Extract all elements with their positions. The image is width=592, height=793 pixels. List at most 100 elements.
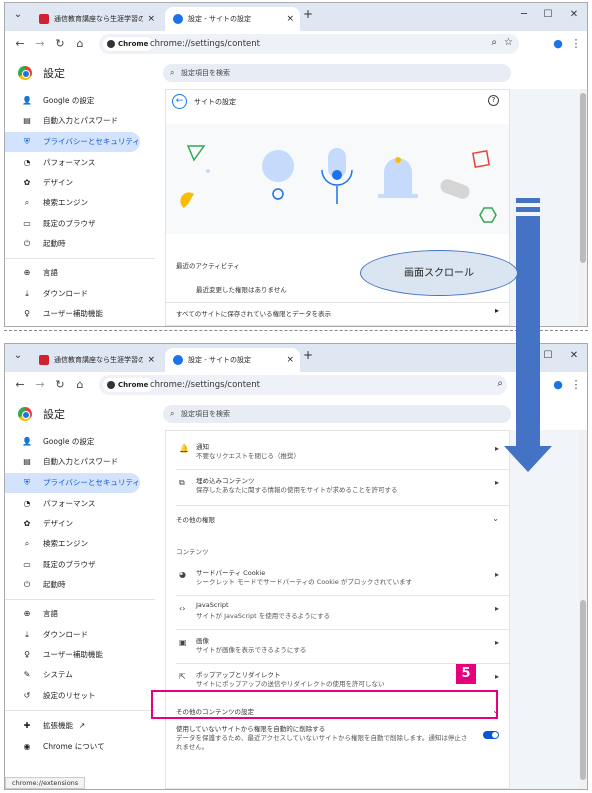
chrome-chip[interactable]: Chrome	[103, 378, 154, 392]
chevron-right-icon[interactable]: ▸	[495, 478, 499, 487]
sidebar-item-system[interactable]: ✎ システム	[5, 665, 140, 685]
sidebar-item-autofill[interactable]: ▤ 自動入力とパスワード	[5, 111, 140, 131]
setting-row-popups[interactable]: ⇱ ポップアップとリダイレクト サイトにポップアップの送信やリダイレクトの使用を許…	[176, 663, 509, 691]
sidebar-item-appearance[interactable]: ✿ デザイン	[5, 514, 140, 534]
embed-icon: ⧉	[179, 478, 185, 487]
tab-close-icon[interactable]: ×	[147, 348, 155, 372]
sidebar-item-privacy[interactable]: ⛨ プライバシーとセキュリティ	[5, 132, 140, 152]
sidebar-item-languages[interactable]: ⊕ 言語	[5, 604, 140, 624]
maximize-icon[interactable]: ☐	[541, 9, 555, 20]
scrollbar-thumb[interactable]	[580, 93, 586, 263]
help-icon[interactable]: ?	[488, 95, 499, 106]
sidebar-item-search-engine[interactable]: ⌕ 検索エンジン	[5, 534, 140, 554]
new-tab-button[interactable]: +	[301, 348, 315, 362]
tab-close-icon[interactable]: ×	[147, 7, 155, 31]
sidebar-item-appearance[interactable]: ✿ デザイン	[5, 173, 140, 193]
close-window-icon[interactable]: ✕	[567, 9, 581, 20]
back-icon[interactable]: ←	[13, 37, 27, 50]
menu-icon[interactable]: ⋮	[569, 37, 583, 50]
content-heading: コンテンツ	[176, 548, 209, 556]
tab-course[interactable]: 通信教育講座なら生涯学習のユ- ×	[31, 348, 161, 372]
sidebar-item-startup[interactable]: ⏻ 起動時	[5, 234, 140, 254]
search-icon: ⌕	[170, 409, 175, 418]
globe-icon: ⊕	[23, 609, 31, 618]
sidebar-item-accessibility[interactable]: ♀ ユーザー補助機能	[5, 645, 140, 665]
profile-icon[interactable]: ●	[551, 37, 565, 50]
setting-row-javascript[interactable]: ‹› JavaScript サイトが JavaScript を使用できるようにする…	[176, 595, 509, 623]
scrollbar[interactable]	[579, 430, 587, 789]
tab-search-icon[interactable]: ⌄	[11, 350, 25, 361]
sidebar-item-extensions[interactable]: ✚ 拡張機能 ↗	[5, 716, 140, 736]
setting-row-cookies[interactable]: ◕ サードパーティ Cookie シークレット モードでサードパーティの Cook…	[176, 567, 499, 589]
forward-icon[interactable]: →	[33, 37, 47, 50]
chevron-right-icon[interactable]: ▸	[495, 638, 499, 647]
sidebar-item-performance[interactable]: ◔ パフォーマンス	[5, 494, 140, 514]
settings-search-input[interactable]: ⌕ 設定項目を検索	[163, 405, 511, 423]
sidebar-item-default-browser[interactable]: ▭ 既定のブラウザ	[5, 214, 140, 234]
auto-remove-toggle[interactable]	[483, 731, 499, 739]
tab-close-icon[interactable]: ×	[286, 348, 294, 372]
content-area: 🔔 通知 不要なリクエストを閉じる（推奨） ▸ ⧉ 埋め込みコンテンツ 保存したあな…	[165, 430, 579, 789]
image-icon: ▣	[179, 638, 187, 647]
setting-row-embedded[interactable]: ⧉ 埋め込みコンテンツ 保存したあなたに関する情報の使用をサイトが求めることを許可…	[176, 469, 509, 497]
search-icon: ⌕	[24, 539, 30, 548]
chevron-right-icon[interactable]: ▸	[495, 672, 499, 681]
tab-search-icon[interactable]: ⌄	[11, 9, 25, 20]
bookmark-star-icon[interactable]: ☆	[504, 37, 513, 48]
all-sites-link[interactable]: すべてのサイトに保存されている権限とデータを表示	[176, 308, 331, 318]
download-icon: ⤓	[25, 289, 29, 298]
tab-title: 通信教育講座なら生涯学習のユ-	[54, 356, 143, 364]
sidebar-item-search-engine[interactable]: ⌕ 検索エンジン	[5, 193, 140, 213]
auto-remove-permissions-row[interactable]: 使用していないサイトから権限を自動的に削除する データを保護するため、最近アクセ…	[176, 723, 499, 753]
sidebar-item-startup[interactable]: ⏻ 起動時	[5, 575, 140, 595]
chrome-chip[interactable]: Chrome	[103, 37, 154, 51]
tab-settings[interactable]: 設定 - サイトの設定 ×	[165, 348, 300, 372]
zoom-icon[interactable]: ⌕	[491, 37, 497, 48]
sidebar-item-accessibility[interactable]: ♀ ユーザー補助機能	[5, 304, 140, 324]
menu-icon[interactable]: ⋮	[569, 378, 583, 391]
sidebar-item-about[interactable]: ◉ Chrome について	[5, 737, 140, 757]
chrome-icon	[107, 40, 115, 48]
sidebar-item-performance[interactable]: ◔ パフォーマンス	[5, 153, 140, 173]
tab-settings[interactable]: 設定 - サイトの設定 ×	[165, 7, 300, 31]
sidebar-item-google[interactable]: 👤 Google の設定	[5, 432, 140, 452]
chevron-right-icon[interactable]: ▸	[495, 604, 499, 613]
sidebar-item-reset[interactable]: ↺ 設定のリセット	[5, 686, 140, 706]
code-icon: ‹›	[179, 604, 186, 613]
back-icon[interactable]: ←	[13, 378, 27, 391]
sidebar-item-languages[interactable]: ⊕ 言語	[5, 263, 140, 283]
home-icon[interactable]: ⌂	[73, 37, 87, 50]
new-tab-button[interactable]: +	[301, 7, 315, 21]
sidebar-item-downloads[interactable]: ⤓ ダウンロード	[5, 284, 140, 304]
chevron-right-icon[interactable]: ▸	[495, 570, 499, 579]
scrollbar-thumb[interactable]	[580, 600, 586, 780]
chevron-down-icon[interactable]: ⌄	[492, 514, 499, 523]
sidebar-item-downloads[interactable]: ⤓ ダウンロード	[5, 625, 140, 645]
scrollbar[interactable]	[579, 89, 587, 326]
forward-icon[interactable]: →	[33, 378, 47, 391]
reload-icon[interactable]: ↻	[53, 37, 67, 50]
tab-close-icon[interactable]: ×	[286, 7, 294, 31]
chevron-right-icon[interactable]: ▸	[495, 306, 499, 315]
reload-icon[interactable]: ↻	[53, 378, 67, 391]
tab-course[interactable]: 通信教育講座なら生涯学習のユ- ×	[31, 7, 161, 31]
home-icon[interactable]: ⌂	[73, 378, 87, 391]
sidebar: 👤 Google の設定 ▤ 自動入力とパスワード ⛨ プライバシーとセキュリティ ◔…	[5, 430, 165, 789]
chevron-right-icon[interactable]: ▸	[495, 444, 499, 453]
sidebar-item-default-browser[interactable]: ▭ 既定のブラウザ	[5, 555, 140, 575]
sidebar-item-autofill[interactable]: ▤ 自動入力とパスワード	[5, 452, 140, 472]
sidebar-item-privacy[interactable]: ⛨ プライバシーとセキュリティ	[5, 473, 140, 493]
setting-row-images[interactable]: ▣ 画像 サイトが画像を表示できるようにする ▸	[176, 629, 509, 657]
minimize-icon[interactable]: ─	[517, 9, 531, 20]
illustration-banner	[166, 124, 509, 234]
other-permissions-expander[interactable]: その他の権限 ⌄	[176, 505, 509, 525]
address-bar[interactable]: Chrome chrome://settings/content ⌕	[99, 375, 507, 395]
back-arrow-icon[interactable]: ←	[172, 94, 187, 109]
close-window-icon[interactable]: ✕	[567, 350, 581, 361]
settings-search-input[interactable]: ⌕ 設定項目を検索	[163, 64, 511, 82]
shield-icon: ⛨	[24, 478, 30, 487]
setting-row-notifications[interactable]: 🔔 通知 不要なリクエストを閉じる（推奨） ▸	[176, 441, 499, 463]
address-bar[interactable]: Chrome chrome://settings/content ⌕ ☆	[99, 34, 519, 54]
popup-icon: ⇱	[179, 672, 186, 681]
sidebar-item-google[interactable]: 👤 Google の設定	[5, 91, 140, 111]
